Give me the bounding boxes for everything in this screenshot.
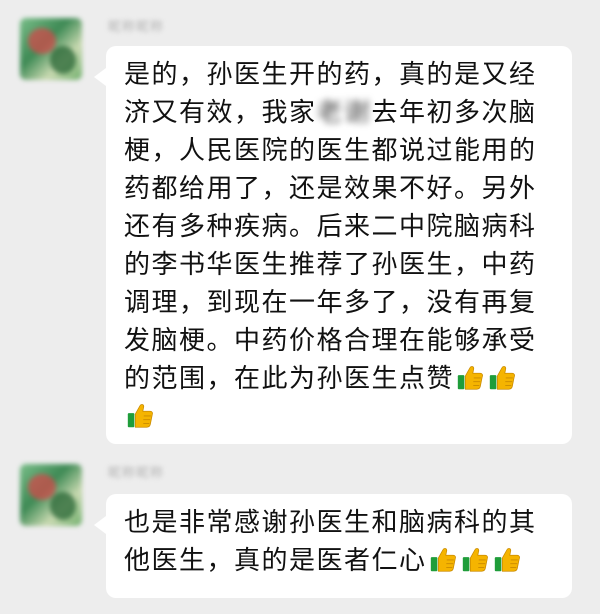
message-line: 也是非常感谢孙医生和脑病科的其 <box>124 508 537 538</box>
message-line: 他医生，真的是医者仁心 <box>124 542 558 580</box>
sender-nickname: 昵称昵称 <box>108 20 165 35</box>
sender-nickname: 昵称昵称 <box>108 466 165 481</box>
redacted-name: 老谢 <box>316 98 372 128</box>
thumbs-up-icon <box>489 366 515 390</box>
thumbs-up-icon <box>430 548 456 572</box>
thumbs-up-icon <box>462 548 488 572</box>
message-bubble[interactable]: 是的，孙医生开的药，真的是又经 济又有效，我家老谢去年初多次脑 梗，人民医院的医… <box>94 46 572 444</box>
avatar[interactable] <box>20 464 82 526</box>
message-line: 的范围，在此为孙医生点赞 <box>124 360 558 398</box>
message-line: 是的，孙医生开的药，真的是又经 <box>124 60 537 90</box>
thumbs-up-icon <box>494 548 520 572</box>
thumbs-up-icon <box>127 404 153 428</box>
message-line <box>124 398 558 436</box>
message-line: 济又有效，我家老谢去年初多次脑 <box>124 98 537 128</box>
message-bubble[interactable]: 也是非常感谢孙医生和脑病科的其 他医生，真的是医者仁心 <box>94 494 572 598</box>
avatar[interactable] <box>20 18 82 80</box>
message-line: 发脑梗。中药价格合理在能够承受 <box>124 326 537 356</box>
message-line: 还有多种疾病。后来二中院脑病科 <box>124 212 537 242</box>
message-line: 药都给用了，还是效果不好。另外 <box>124 174 537 204</box>
thumbs-up-icon <box>457 366 483 390</box>
message-line: 梗，人民医院的医生都说过能用的 <box>124 136 537 166</box>
message-line: 的李书华医生推荐了孙医生，中药 <box>124 250 537 280</box>
message-line: 调理，到现在一年多了，没有再复 <box>124 288 537 318</box>
